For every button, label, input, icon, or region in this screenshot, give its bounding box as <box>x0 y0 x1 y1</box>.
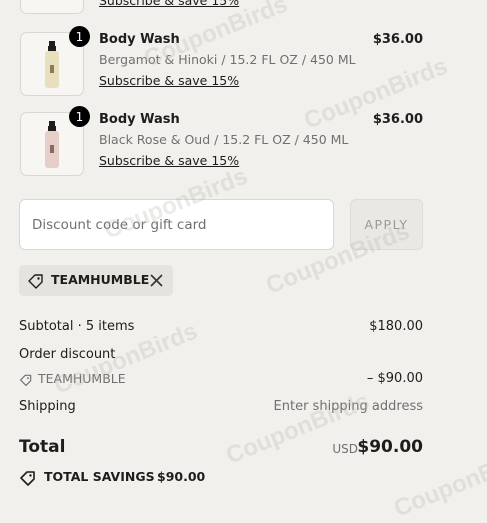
tag-icon <box>20 471 35 486</box>
discount-code-name: TEAMHUMBLE <box>38 371 126 386</box>
subscribe-link[interactable]: Subscribe & save 15% <box>99 0 239 8</box>
product-variant: Bergamot & Hinoki / 15.2 FL OZ / 450 ML <box>99 52 356 67</box>
discount-code-label: TEAMHUMBLE <box>51 272 150 287</box>
quantity-badge: 1 <box>69 106 90 127</box>
bottle-image <box>45 41 59 88</box>
order-discount-label: Order discount <box>19 347 116 362</box>
discount-value: – $90.00 <box>366 371 423 386</box>
shipping-value: Enter shipping address <box>273 399 423 414</box>
savings-value: $90.00 <box>157 469 206 484</box>
tag-icon <box>28 274 43 289</box>
total-currency: USD <box>332 442 358 456</box>
product-price: $36.00 <box>372 112 423 127</box>
product-name: Body Wash <box>99 32 180 47</box>
subscribe-link[interactable]: Subscribe & save 15% <box>99 73 239 88</box>
shipping-row: Shipping Enter shipping address <box>19 399 423 414</box>
savings-label: TOTAL SAVINGS <box>44 469 155 484</box>
order-discount-row: Order discount <box>19 347 423 362</box>
total-row: Total USD $90.00 <box>19 437 423 461</box>
applied-discount-chip: TEAMHUMBLE <box>19 265 173 296</box>
subtotal-row: Subtotal · 5 items $180.00 <box>19 319 423 334</box>
apply-button[interactable]: APPLY <box>350 199 423 250</box>
quantity-badge: 1 <box>69 26 90 47</box>
tag-icon <box>19 374 32 387</box>
subtotal-value: $180.00 <box>369 319 423 334</box>
subscribe-link[interactable]: Subscribe & save 15% <box>99 153 239 168</box>
total-value: $90.00 <box>357 437 423 457</box>
product-variant: Black Rose & Oud / 15.2 FL OZ / 450 ML <box>99 132 349 147</box>
product-thumbnail <box>20 0 84 14</box>
product-price: $36.00 <box>372 32 423 47</box>
product-thumbnail: 1 <box>20 26 90 96</box>
shipping-label: Shipping <box>19 399 76 414</box>
total-label: Total <box>19 437 66 457</box>
product-name: Body Wash <box>99 112 180 127</box>
discount-code-input[interactable] <box>20 200 333 249</box>
bottle-image <box>45 121 59 168</box>
remove-discount-icon[interactable] <box>150 274 163 287</box>
discount-code-field <box>19 199 334 250</box>
product-thumbnail: 1 <box>20 106 90 176</box>
subtotal-label: Subtotal · 5 items <box>19 319 135 334</box>
